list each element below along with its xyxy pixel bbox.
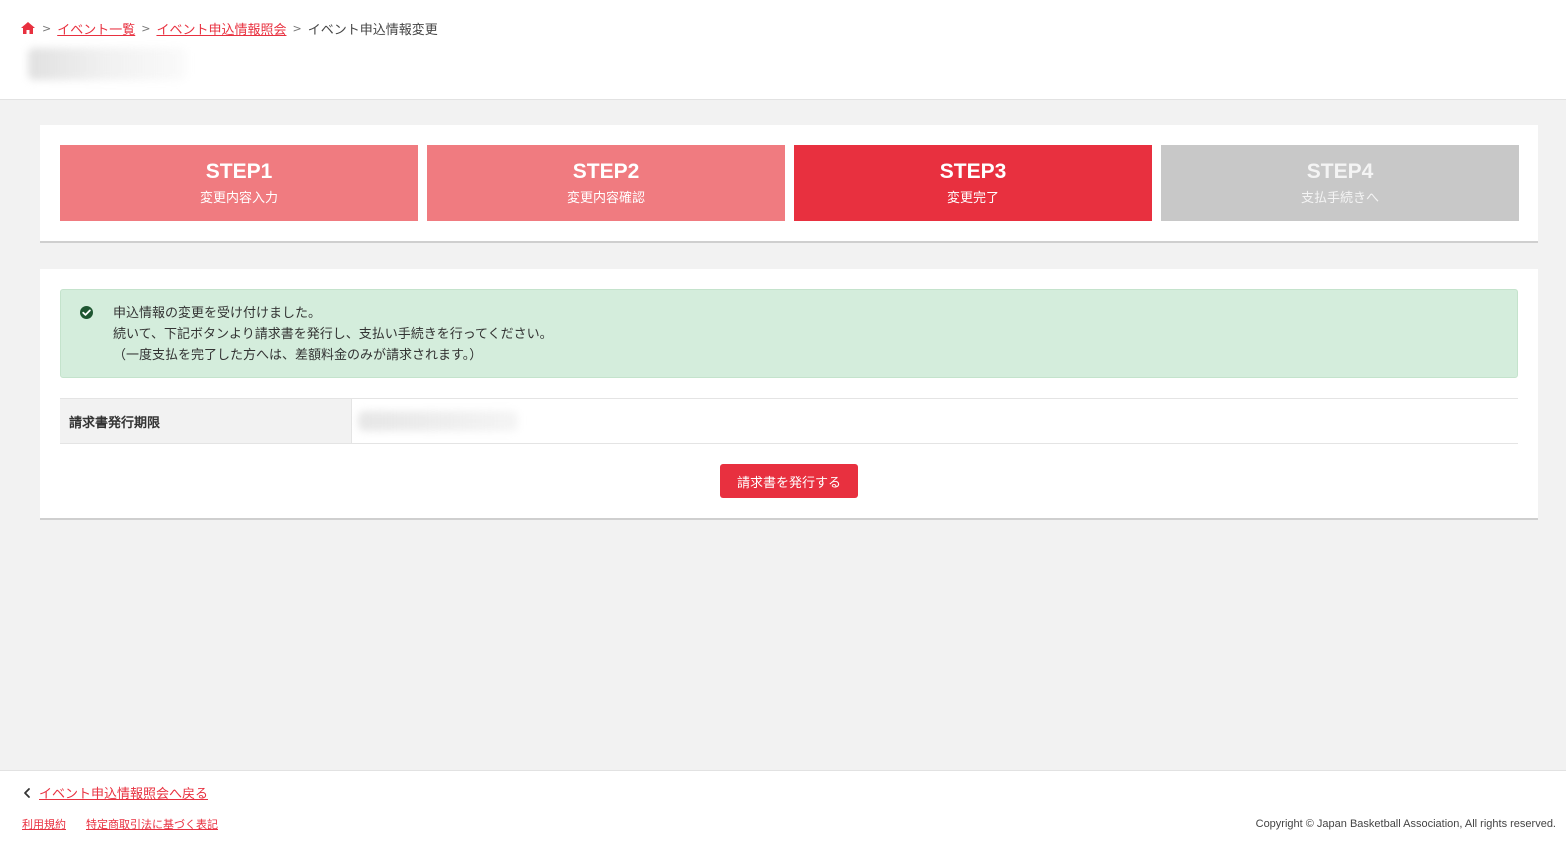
step-label: 支払手続きへ <box>1300 191 1379 206</box>
step-progress: STEP1 変更内容入力 STEP2 変更内容確認 STEP3 変更完了 STE… <box>60 145 1519 221</box>
step-number: STEP3 <box>939 160 1007 183</box>
step-3: STEP3 変更完了 <box>794 145 1152 221</box>
header: > イベント一覧 > イベント申込情報照会 > イベント申込情報変更 <box>0 0 1566 100</box>
steps-card: STEP1 変更内容入力 STEP2 変更内容確認 STEP3 変更完了 STE… <box>40 125 1538 243</box>
alert-line: 続いて、下記ボタンより請求書を発行し、支払い手続きを行ってください。 <box>113 327 553 342</box>
footer: イベント申込情報照会へ戻る 利用規約 特定商取引法に基づく表記 Copyrigh… <box>0 770 1566 845</box>
alert-messages: 申込情報の変更を受け付けました。 続いて、下記ボタンより請求書を発行し、支払い手… <box>113 303 553 366</box>
breadcrumb-link-application-inquiry[interactable]: イベント申込情報照会 <box>156 19 286 38</box>
invoice-deadline-value <box>352 399 1518 443</box>
blurred-deadline-value <box>358 411 518 431</box>
step-4: STEP4 支払手続きへ <box>1161 145 1519 221</box>
breadcrumb-separator: > <box>42 21 52 35</box>
step-number: STEP1 <box>205 160 273 183</box>
back-to-inquiry-link[interactable]: イベント申込情報照会へ戻る <box>39 783 208 802</box>
breadcrumb-separator: > <box>292 21 302 35</box>
invoice-deadline-label: 請求書発行期限 <box>60 399 352 443</box>
alert-line: （一度支払を完了した方へは、差額料金のみが請求されます。） <box>113 348 483 363</box>
step-2: STEP2 変更内容確認 <box>427 145 785 221</box>
copyright: Copyright © Japan Basketball Association… <box>1255 818 1556 830</box>
step-label: 変更完了 <box>946 191 999 206</box>
invoice-deadline-row: 請求書発行期限 <box>60 398 1518 444</box>
back-link[interactable]: イベント申込情報照会へ戻る <box>22 783 208 802</box>
terms-of-use-link[interactable]: 利用規約 <box>22 816 66 832</box>
home-icon[interactable] <box>20 21 36 35</box>
step-number: STEP2 <box>572 160 640 183</box>
breadcrumb-current: イベント申込情報変更 <box>307 22 438 38</box>
breadcrumb: > イベント一覧 > イベント申込情報照会 > イベント申込情報変更 <box>20 18 438 38</box>
footer-links: 利用規約 特定商取引法に基づく表記 <box>22 816 218 832</box>
check-circle-icon <box>79 305 94 320</box>
success-alert: 申込情報の変更を受け付けました。 続いて、下記ボタンより請求書を発行し、支払い手… <box>60 289 1518 378</box>
commercial-transactions-link[interactable]: 特定商取引法に基づく表記 <box>86 816 218 832</box>
main-card: 申込情報の変更を受け付けました。 続いて、下記ボタンより請求書を発行し、支払い手… <box>40 269 1538 520</box>
breadcrumb-link-event-list[interactable]: イベント一覧 <box>57 19 135 38</box>
step-label: 変更内容確認 <box>566 191 645 206</box>
breadcrumb-separator: > <box>141 21 151 35</box>
step-label: 変更内容入力 <box>199 191 278 206</box>
issue-invoice-button[interactable]: 請求書を発行する <box>720 464 858 498</box>
blurred-user-name <box>28 48 186 80</box>
step-number: STEP4 <box>1306 160 1374 183</box>
step-1: STEP1 変更内容入力 <box>60 145 418 221</box>
chevron-left-icon <box>22 787 32 799</box>
alert-line: 申込情報の変更を受け付けました。 <box>113 306 322 321</box>
